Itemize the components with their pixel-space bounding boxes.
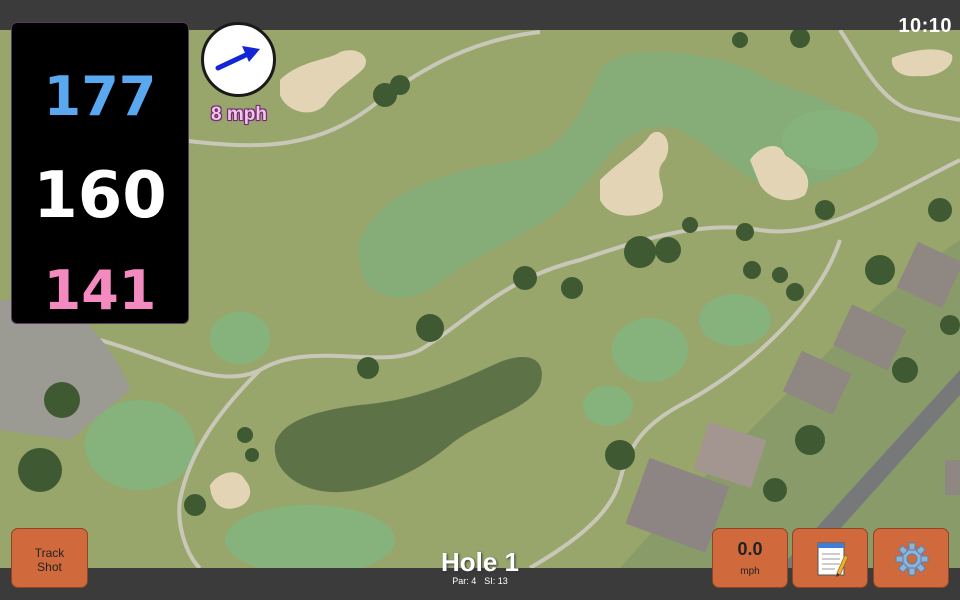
- speed-value: 0.0: [737, 539, 763, 559]
- back-distance: 177: [43, 65, 157, 128]
- wind-speed: 8 mph: [211, 104, 267, 125]
- notes-button[interactable]: [792, 528, 868, 588]
- distance-panel: 177 160 141: [11, 22, 189, 324]
- speed-unit: mph: [740, 566, 760, 577]
- track-shot-label-line1: Track: [34, 546, 65, 560]
- middle-distance: 160: [33, 159, 167, 233]
- front-distance: 141: [43, 259, 157, 322]
- hole-stroke-index: SI: 13: [484, 576, 508, 586]
- clock: 10:10: [898, 15, 952, 37]
- gear-icon: [895, 542, 929, 576]
- track-shot-button[interactable]: Track Shot: [11, 528, 88, 588]
- hole-title: Hole 1: [440, 547, 520, 577]
- notepad-icon: [817, 542, 849, 577]
- settings-button[interactable]: [873, 528, 949, 588]
- hole-par: Par: 4: [452, 576, 477, 586]
- speed-button[interactable]: 0.0 mph: [712, 528, 788, 588]
- arrow-right-icon: [215, 46, 260, 71]
- wind-direction-dial: [201, 22, 276, 97]
- track-shot-label-line2: Shot: [37, 560, 62, 574]
- hole-details: Par: 4 SI: 13: [380, 576, 580, 586]
- hole-info: Hole 1 Par: 4 SI: 13: [380, 548, 580, 586]
